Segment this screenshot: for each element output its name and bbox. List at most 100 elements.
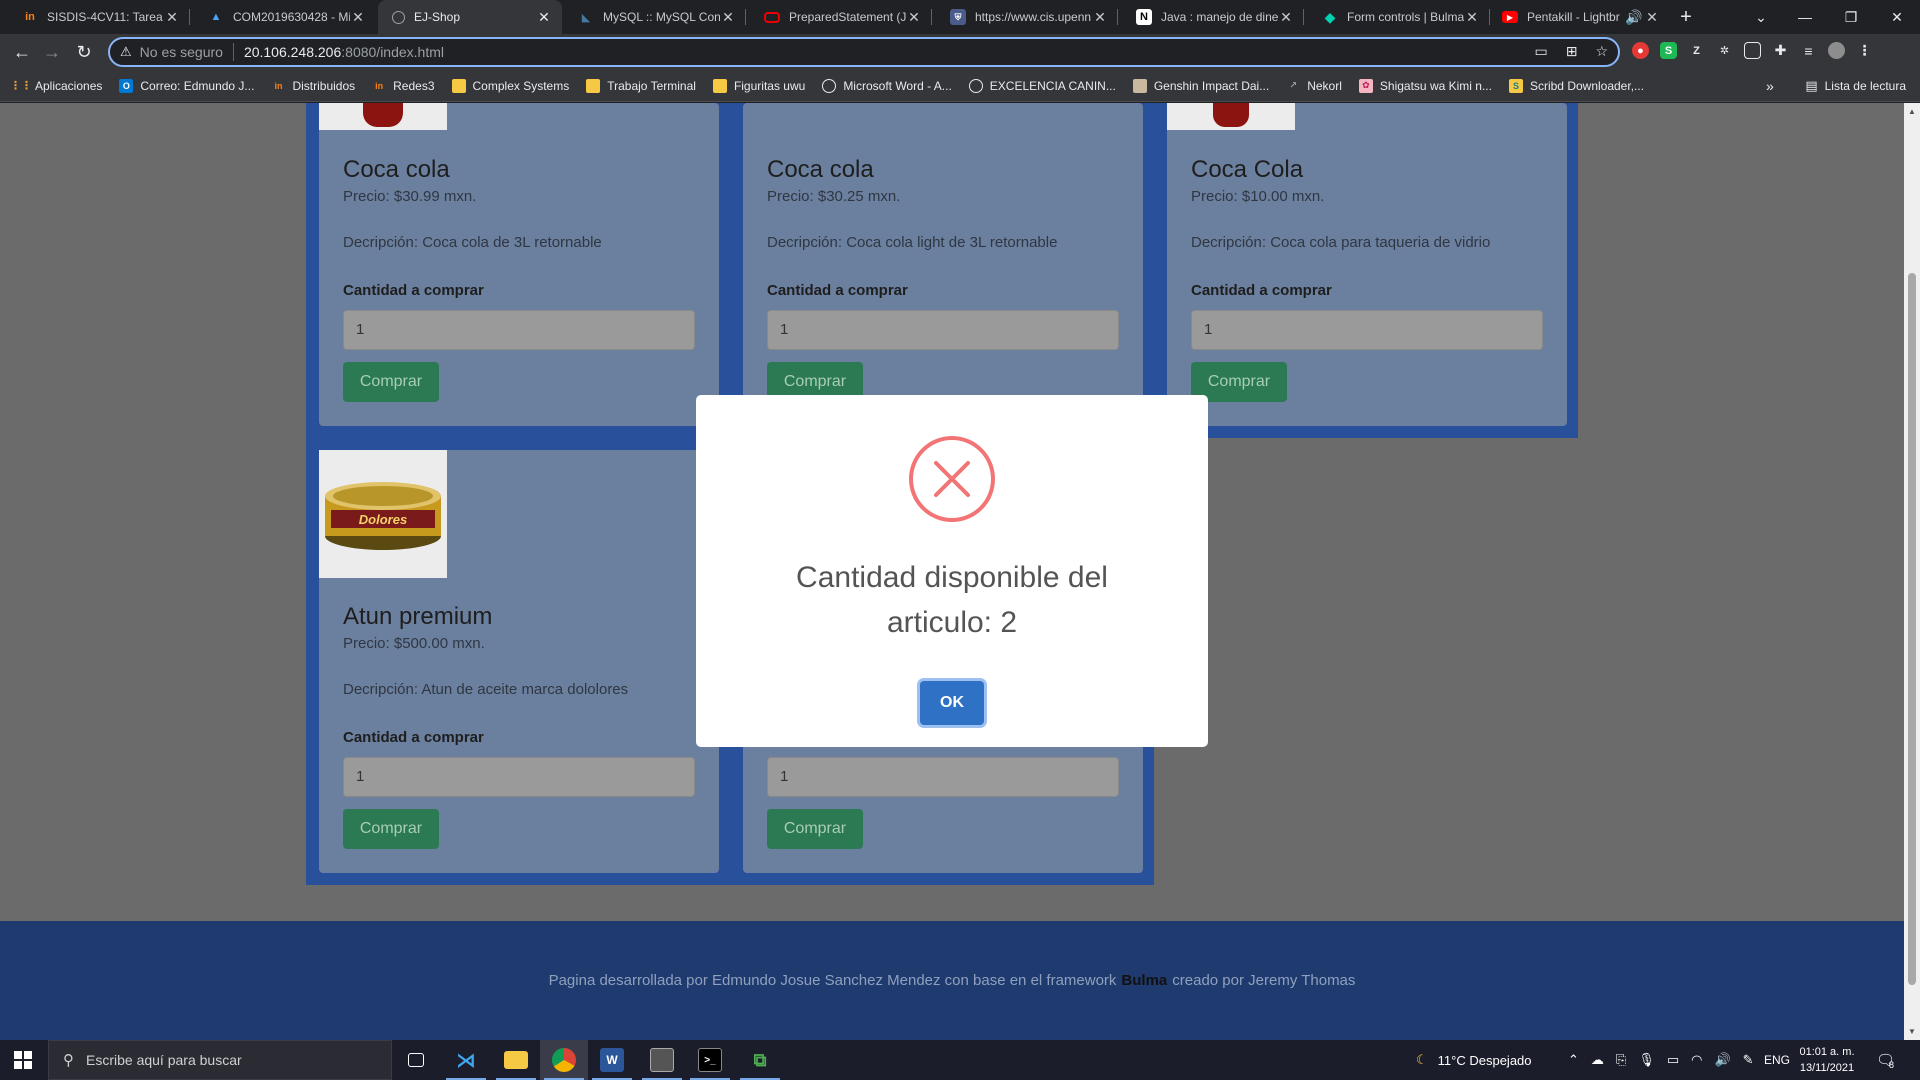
chrome-icon[interactable]: [540, 1040, 588, 1080]
chevron-up-icon[interactable]: ⌃: [1568, 1052, 1579, 1068]
notification-center-button[interactable]: 🗨 8: [1876, 1040, 1895, 1080]
quantity-input[interactable]: 1: [1191, 310, 1543, 350]
buy-button[interactable]: Comprar: [343, 362, 439, 402]
scroll-up-arrow-icon[interactable]: ▲: [1908, 107, 1916, 116]
close-icon[interactable]: ✕: [164, 9, 180, 26]
more-bookmarks-icon[interactable]: »: [1766, 70, 1774, 102]
bookmark-star-icon[interactable]: ☆: [1595, 43, 1608, 60]
close-icon[interactable]: ✕: [1464, 9, 1480, 26]
cloud-icon[interactable]: ☁: [1591, 1052, 1604, 1068]
battery-icon[interactable]: ▭: [1667, 1052, 1679, 1068]
puzzle-icon[interactable]: ✚: [1772, 42, 1789, 59]
bookmark-item[interactable]: EXCELENCIA CANIN...: [968, 78, 1116, 93]
file-explorer-icon[interactable]: [492, 1040, 540, 1080]
word-icon[interactable]: W: [588, 1040, 636, 1080]
close-icon[interactable]: ✕: [536, 9, 552, 26]
pen-icon[interactable]: ✎: [1743, 1052, 1754, 1068]
extension-window-icon[interactable]: [1744, 42, 1761, 59]
bookmark-item[interactable]: in Distribuidos: [271, 79, 355, 93]
moon-icon: ☾: [1416, 1052, 1428, 1067]
tab-upenn[interactable]: ⛨ https://www.cis.upenn ✕: [936, 0, 1118, 34]
forward-arrow-icon[interactable]: →: [38, 38, 66, 66]
terminal-icon[interactable]: >_: [686, 1040, 734, 1080]
restore-button[interactable]: ❐: [1828, 0, 1874, 34]
media-queue-icon[interactable]: ≡: [1800, 42, 1817, 59]
qr-code-icon[interactable]: ⊞: [1566, 43, 1578, 60]
bookmark-item[interactable]: S Scribd Downloader,...: [1508, 78, 1644, 93]
extension-green-icon[interactable]: S: [1660, 42, 1677, 59]
tab-sisdis[interactable]: in SISDIS-4CV11: Tarea 8 ✕: [8, 0, 190, 34]
profile-avatar[interactable]: [1828, 42, 1845, 59]
quantity-input[interactable]: 1: [343, 757, 695, 797]
close-icon[interactable]: ✕: [720, 9, 736, 26]
close-window-button[interactable]: ✕: [1874, 0, 1920, 34]
ok-button[interactable]: OK: [920, 681, 984, 725]
tab-com[interactable]: ▲ COM2019630428 - Mi ✕: [194, 0, 376, 34]
address-bar[interactable]: ⚠ No es seguro 20.106.248.206 :8080/inde…: [108, 37, 1620, 67]
server-app-icon[interactable]: [638, 1040, 686, 1080]
tab-ejshop[interactable]: EJ-Shop ✕: [378, 0, 562, 34]
security-status[interactable]: No es seguro: [140, 44, 223, 60]
menu-kebab-icon[interactable]: ⋮: [1856, 42, 1873, 59]
windows-start-icon[interactable]: [14, 1051, 32, 1069]
bookmark-item[interactable]: ↗ Nekorl: [1286, 79, 1341, 93]
weather-text: 11°C Despejado: [1437, 1052, 1532, 1068]
bookmark-item[interactable]: ✿ Shigatsu wa Kimi n...: [1358, 78, 1492, 93]
reload-icon[interactable]: ↻: [70, 38, 98, 66]
microphone-icon[interactable]: 🎙: [1638, 1052, 1655, 1068]
new-tab-button[interactable]: +: [1672, 0, 1700, 34]
extension-gear-icon[interactable]: ✲: [1716, 42, 1733, 59]
back-arrow-icon[interactable]: ←: [8, 38, 36, 66]
scroll-down-arrow-icon[interactable]: ▼: [1908, 1027, 1916, 1036]
volume-icon[interactable]: 🔊: [1714, 1052, 1730, 1068]
page-scrollbar[interactable]: ▲ ▼: [1904, 103, 1920, 1040]
audio-icon[interactable]: 🔊: [1624, 9, 1644, 26]
language-indicator[interactable]: ENG: [1764, 1040, 1790, 1080]
quantity-input[interactable]: 1: [343, 310, 695, 350]
extension-zip-icon[interactable]: Z: [1688, 42, 1705, 59]
scroll-thumb[interactable]: [1908, 273, 1916, 985]
buy-button[interactable]: Comprar: [343, 809, 439, 849]
close-icon[interactable]: ✕: [906, 9, 922, 26]
bookmark-item[interactable]: ⋮⋮ Aplicaciones: [10, 79, 102, 93]
close-icon[interactable]: ✕: [350, 9, 366, 26]
quantity-input[interactable]: 1: [767, 757, 1119, 797]
warning-triangle-icon[interactable]: ⚠: [120, 44, 132, 60]
tab-search-icon[interactable]: ⌄: [1738, 0, 1784, 34]
minimize-button[interactable]: —: [1782, 0, 1828, 34]
reading-list-button[interactable]: ▤ Lista de lectura: [1805, 70, 1906, 102]
tab-prepared[interactable]: PreparedStatement (Ja ✕: [750, 0, 932, 34]
weather-widget[interactable]: ☾ 11°C Despejado: [1416, 1040, 1532, 1080]
close-icon[interactable]: ✕: [1278, 9, 1294, 26]
close-icon[interactable]: ✕: [1092, 9, 1108, 26]
genshin-icon: [1132, 78, 1147, 93]
bookmark-item[interactable]: Genshin Impact Dai...: [1132, 78, 1269, 93]
quantity-input[interactable]: 1: [767, 310, 1119, 350]
bookmark-item[interactable]: in Redes3: [372, 79, 434, 93]
bookmark-item[interactable]: O Correo: Edmundo J...: [119, 78, 254, 93]
vscode-icon[interactable]: ⋊: [442, 1040, 490, 1080]
taskbar-search-box[interactable]: ⚲ Escribe aquí para buscar: [48, 1040, 392, 1080]
tab-java[interactable]: N Java : manejo de diner ✕: [1122, 0, 1304, 34]
bookmark-folder[interactable]: Figuritas uwu: [712, 78, 805, 93]
extension-red-icon[interactable]: ●: [1632, 42, 1649, 59]
tab-pentakill[interactable]: ▶ Pentakill - Lightbr 🔊 ✕: [1488, 0, 1670, 34]
usb-icon[interactable]: ⎘: [1616, 1052, 1626, 1068]
bookmark-folder[interactable]: Trabajo Terminal: [586, 78, 696, 93]
bookmark-folder[interactable]: Complex Systems: [451, 78, 569, 93]
task-view-icon[interactable]: [392, 1040, 440, 1080]
product-image: [319, 103, 447, 130]
tab-bulma[interactable]: ◆ Form controls | Bulma ✕: [1308, 0, 1490, 34]
cast-icon[interactable]: ▭: [1534, 43, 1547, 60]
network-app-icon[interactable]: ⧉: [736, 1040, 784, 1080]
wifi-icon[interactable]: ◠: [1691, 1052, 1702, 1068]
close-icon[interactable]: ✕: [1644, 9, 1660, 26]
footer-framework-link[interactable]: Bulma: [1121, 972, 1167, 989]
buy-button[interactable]: Comprar: [767, 809, 863, 849]
bookmark-item[interactable]: Microsoft Word - A...: [822, 78, 952, 93]
system-tray: ⌃ ☁ ⎘ 🎙 ▭ ◠ 🔊 ✎: [1568, 1040, 1754, 1080]
bookmark-label: Redes3: [393, 78, 435, 93]
bookmark-label: Microsoft Word - A...: [843, 78, 952, 93]
taskbar-clock[interactable]: 01:01 a. m. 13/11/2021: [1796, 1044, 1858, 1076]
tab-mysql[interactable]: ◣ MySQL :: MySQL Conn ✕: [564, 0, 746, 34]
